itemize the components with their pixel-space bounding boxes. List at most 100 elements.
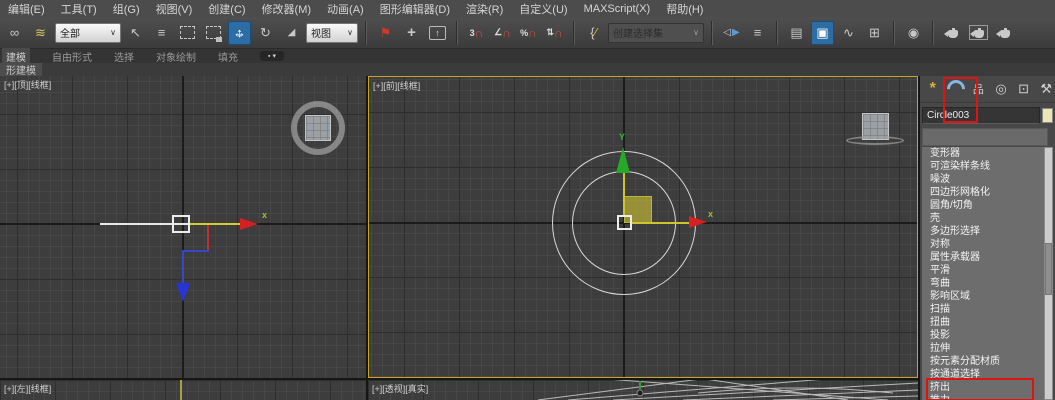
modifier-item[interactable]: 影响区域 [922,290,1044,303]
gizmo-y-axis[interactable] [182,252,184,283]
object-color-swatch[interactable] [1042,108,1053,123]
scrollbar-thumb[interactable] [1045,243,1052,295]
snap-toggle-3d-icon[interactable]: 3 ∩ [465,21,488,45]
tab-populate[interactable]: 填充 [218,49,238,64]
tab-freeform[interactable]: 自由形式 [52,49,92,64]
modifier-item[interactable]: 平滑 [922,264,1044,277]
selection-filter-dropdown[interactable]: 全部 ∨ [55,22,121,43]
gizmo-x-arrow-icon[interactable] [689,216,707,228]
menu-bar: 编辑(E) 工具(T) 组(G) 视图(V) 创建(C) 修改器(M) 动画(A… [0,0,1055,17]
viewport-top[interactable]: [+][顶][线框] x [0,76,366,378]
select-and-link-icon[interactable]: ∞ [3,21,26,45]
modifier-list-scrollbar[interactable] [1044,147,1053,400]
curve-editor-icon[interactable]: ∿ [837,21,860,45]
viewcube-compass-icon[interactable] [846,136,904,145]
gizmo-x-axis[interactable] [632,222,689,224]
tab-object-paint[interactable]: 对象绘制 [156,49,196,64]
material-editor-icon[interactable]: ◉ [902,21,925,45]
select-and-manipulate-icon[interactable]: + [400,21,423,45]
viewport-perspective[interactable]: [+][透视][真实] [368,380,918,400]
render-production-icon[interactable] [993,21,1016,45]
mirror-icon[interactable]: ◁ ▶ [720,21,743,45]
select-and-move-button[interactable]: ↔ ↕ [228,20,251,45]
layer-manager-icon[interactable]: ▤ [785,21,808,45]
menu-create[interactable]: 创建(C) [200,1,253,17]
spinner-snap-toggle-icon[interactable]: ⇅ ∩ [543,21,566,45]
keyboard-shortcut-override-icon[interactable]: ↑ [426,21,449,45]
toggle-scene-explorer-button[interactable]: ▣ [811,20,834,45]
modifier-item[interactable]: 四边形网格化 [922,186,1044,199]
gizmo-plane-handle-red[interactable] [207,225,209,252]
modifier-item[interactable]: 扭曲 [922,316,1044,329]
menu-rendering[interactable]: 渲染(R) [458,1,511,17]
menu-help[interactable]: 帮助(H) [658,1,711,17]
schematic-view-icon[interactable]: ⊞ [863,21,886,45]
use-pivot-point-icon[interactable]: ⚑ [374,21,397,45]
ribbon-minimize-dropdown[interactable]: ▪ ▾ [260,51,284,61]
gizmo-x-arrow-icon[interactable] [240,218,258,230]
modifier-item[interactable]: 对称 [922,238,1044,251]
modifier-item[interactable]: 属性承载器 [922,251,1044,264]
modifier-item[interactable]: 按元素分配材质 [922,355,1044,368]
spline-edge-on[interactable] [180,380,182,400]
menu-graph-editors[interactable]: 图形编辑器(D) [372,1,458,17]
viewport-front[interactable]: [+][前][线框] Y x [368,76,918,378]
viewport-left[interactable]: [+][左][线框] [0,380,366,400]
gizmo-x-axis[interactable] [190,223,240,225]
object-name-field[interactable]: Circle003 [922,107,1040,124]
create-tab-icon[interactable]: * [924,79,942,99]
utilities-tab-icon[interactable]: ⚒ [1037,79,1055,99]
viewport-front-label[interactable]: [+][前][线框] [373,79,420,92]
menu-group[interactable]: 组(G) [105,1,148,17]
render-setup-icon[interactable] [941,21,964,45]
viewport-left-label[interactable]: [+][左][线框] [4,382,51,395]
modifier-item[interactable]: 变形器 [922,147,1044,160]
named-selection-set-dropdown[interactable]: 创建选择集 ∨ [608,22,704,43]
percent-snap-toggle-icon[interactable]: % ∩ [517,21,540,45]
window-crossing-icon[interactable] [202,21,225,45]
reference-coordinate-system-dropdown[interactable]: 视图 ∨ [306,22,358,43]
modifier-item[interactable]: 圆角/切角 [922,199,1044,212]
modifier-list-dropdown[interactable] [922,128,1048,146]
tab-selection[interactable]: 选择 [114,49,134,64]
menu-views[interactable]: 视图(V) [148,1,201,17]
select-and-scale-icon[interactable]: ◢ [280,21,303,45]
menu-edit[interactable]: 编辑(E) [0,1,53,17]
gizmo-plane-handle-blue[interactable] [182,250,209,252]
viewport-top-label[interactable]: [+][顶][线框] [4,78,51,91]
rectangular-selection-region-icon[interactable] [176,21,199,45]
polygon-modeling-panel-button[interactable]: 形建模 [0,63,42,77]
menu-animation[interactable]: 动画(A) [319,1,372,17]
align-icon[interactable]: ≡ [746,21,769,45]
modifier-item[interactable]: 扫描 [922,303,1044,316]
toolbar-separator [456,20,458,45]
modifier-item[interactable]: 弯曲 [922,277,1044,290]
motion-tab-icon[interactable]: ◎ [992,79,1010,99]
command-panel: * 品 ◎ ⊡ ⚒ Circle003 变形器 可渲染样条线 噪波 四边形网格化… [920,76,1055,400]
ribbon-tab-bar: 建模 自由形式 选择 对象绘制 填充 ▪ ▾ [0,47,1055,65]
modifier-item[interactable]: 多边形选择 [922,225,1044,238]
menu-customize[interactable]: 自定义(U) [511,1,575,17]
menu-tools[interactable]: 工具(T) [53,1,105,17]
modifier-item[interactable]: 壳 [922,212,1044,225]
gizmo-y-arrow-icon[interactable] [176,283,190,302]
select-by-name-icon[interactable]: ≡ [150,21,173,45]
select-and-rotate-icon[interactable]: ↻ [254,21,277,45]
modifier-item[interactable]: 拉伸 [922,342,1044,355]
rendered-frame-window-icon[interactable] [967,21,990,45]
select-object-icon[interactable]: ↖ [124,21,147,45]
bind-to-space-warp-icon[interactable]: ≋ [29,21,52,45]
gizmo-y-arrow-icon[interactable] [616,147,630,173]
viewport-perspective-label[interactable]: [+][透视][真实] [372,382,428,395]
modifier-item[interactable]: 噪波 [922,173,1044,186]
menu-maxscript[interactable]: MAXScript(X) [576,3,659,15]
viewcube-face-icon[interactable] [305,115,331,141]
modifier-item[interactable]: 投影 [922,329,1044,342]
angle-snap-toggle-icon[interactable]: ∠ ∩ [491,21,514,45]
menu-modifiers[interactable]: 修改器(M) [254,1,320,17]
edit-named-selection-sets-icon[interactable]: {∕ [582,21,605,45]
modifier-item[interactable]: 可渲染样条线 [922,160,1044,173]
display-tab-icon[interactable]: ⊡ [1015,79,1033,99]
axis-y-label: Y [619,132,626,142]
toolbar-separator [893,20,895,45]
